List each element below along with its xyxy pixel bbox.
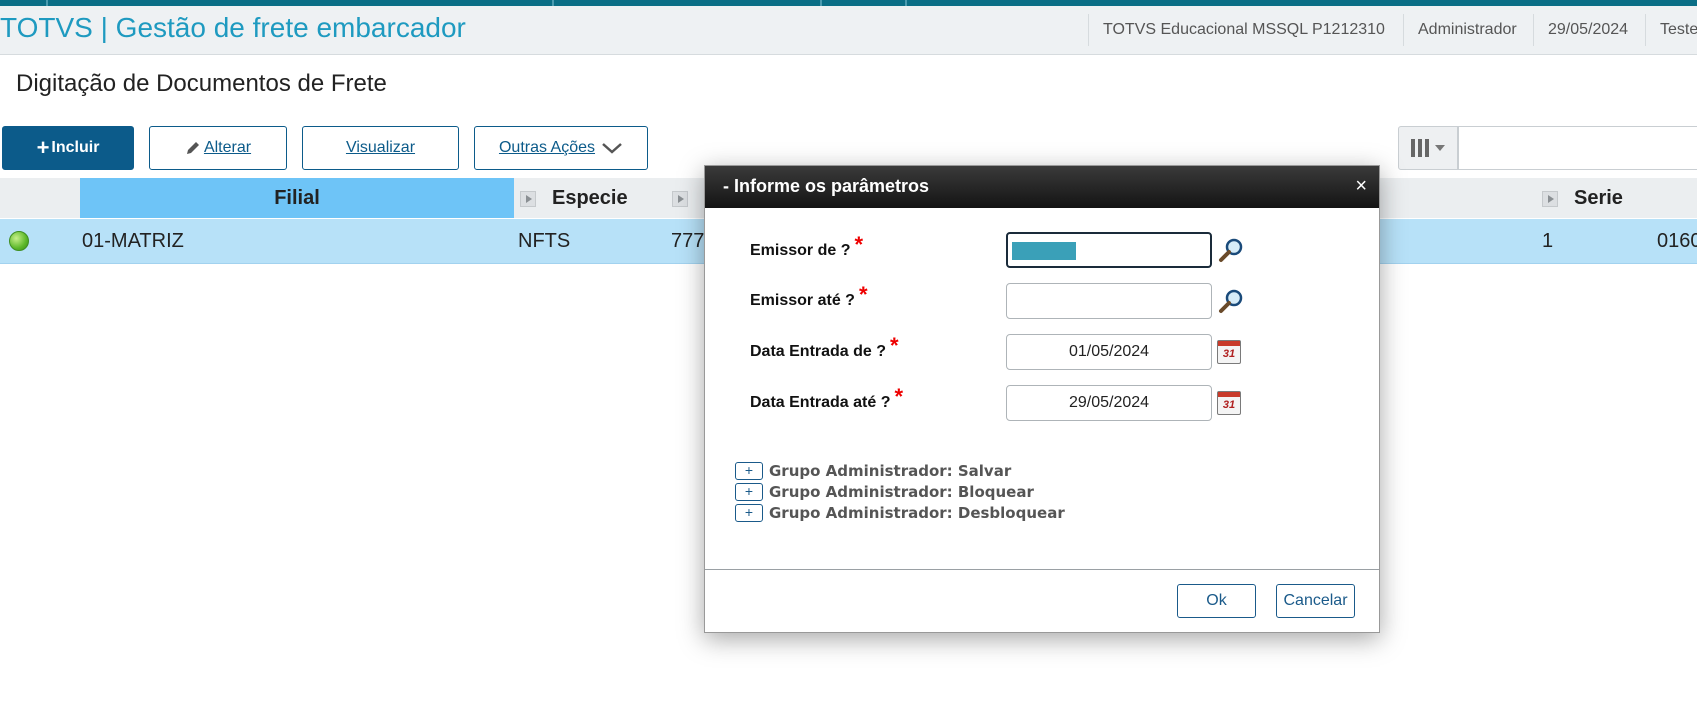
columns-selector[interactable] [1398, 126, 1458, 170]
alterar-label: Alterar [203, 139, 252, 156]
dialog-header: - Informe os parâmetros × [705, 166, 1379, 208]
columns-icon [1411, 139, 1429, 157]
incluir-button[interactable]: + Incluir [2, 126, 134, 170]
sort-icon [672, 190, 688, 207]
group-bloquear-label: Grupo Administrador: Bloquear [769, 483, 1034, 501]
ok-button[interactable]: Ok [1177, 584, 1256, 618]
header-filial[interactable]: Filial [80, 178, 514, 218]
close-icon[interactable]: × [1355, 176, 1367, 196]
header-numero[interactable] [672, 178, 702, 218]
group-salvar-label: Grupo Administrador: Salvar [769, 462, 1012, 480]
grid-search-input[interactable] [1458, 126, 1697, 170]
data-entrada-ate-label: Data Entrada até ? * [750, 384, 904, 411]
data-entrada-de-label: Data Entrada de ? * [750, 333, 899, 360]
app-header: TOTVS | Gestão de frete embarcador TOTVS… [0, 6, 1697, 55]
pencil-icon [186, 142, 199, 154]
expand-button[interactable]: + [735, 483, 763, 501]
magnifier-icon[interactable] [1217, 236, 1245, 264]
calendar-icon[interactable]: 31 [1217, 391, 1241, 415]
outras-acoes-label: Outras Ações [498, 139, 596, 156]
required-mark: * [894, 384, 904, 409]
dialog-title: - Informe os parâmetros [723, 176, 930, 196]
cell-filial: 01-MATRIZ [82, 230, 184, 252]
header-serie-label: Serie [1574, 187, 1623, 209]
user-label[interactable]: Administrador [1403, 14, 1531, 46]
cell-serie: 1 [1542, 230, 1554, 252]
group-salvar[interactable]: + Grupo Administrador: Salvar [735, 462, 1011, 480]
date-label: 29/05/2024 [1533, 14, 1642, 46]
emissor-de-input[interactable] [1006, 232, 1212, 268]
sort-icon [520, 190, 536, 207]
expand-button[interactable]: + [735, 504, 763, 522]
required-mark: * [890, 333, 899, 358]
cancel-button[interactable]: Cancelar [1276, 584, 1355, 618]
sort-icon [1542, 190, 1558, 207]
selected-text-highlight [1012, 241, 1076, 260]
incluir-label: Incluir [51, 139, 100, 156]
green-status-icon [9, 231, 29, 251]
expand-button[interactable]: + [735, 462, 763, 480]
chevron-down-icon [602, 143, 622, 154]
cell-extra: 0160 [1657, 230, 1697, 252]
parameters-dialog: - Informe os parâmetros × Emissor de ? * … [704, 165, 1380, 633]
environment-label: TOTVS Educacional MSSQL P1212310 [1088, 14, 1399, 46]
emissor-ate-label: Emissor até ? * [750, 282, 868, 309]
caret-down-icon [1435, 145, 1445, 151]
data-entrada-ate-input[interactable]: 29/05/2024 [1006, 385, 1212, 421]
visualizar-label: Visualizar [345, 139, 416, 156]
group-desbloquear-label: Grupo Administrador: Desbloquear [769, 504, 1065, 522]
cell-numero: 777 [671, 230, 705, 252]
header-especie[interactable]: Especie [520, 178, 660, 218]
dialog-footer-divider [705, 569, 1379, 570]
required-mark: * [854, 232, 864, 257]
cell-especie: NFTS [518, 230, 571, 252]
required-mark: * [858, 282, 868, 307]
plus-icon: + [36, 135, 50, 160]
app-title: TOTVS | Gestão de frete embarcador [0, 12, 466, 43]
group-desbloquear[interactable]: + Grupo Administrador: Desbloquear [735, 504, 1065, 522]
extra-label: Teste [1645, 14, 1697, 46]
emissor-ate-input[interactable] [1006, 283, 1212, 319]
calendar-icon[interactable]: 31 [1217, 340, 1241, 364]
alterar-button[interactable]: Alterar [149, 126, 287, 170]
visualizar-button[interactable]: Visualizar [302, 126, 459, 170]
header-serie[interactable]: Serie [1542, 178, 1692, 218]
page-title: Digitação de Documentos de Frete [16, 70, 387, 97]
header-especie-label: Especie [552, 187, 628, 209]
outras-acoes-button[interactable]: Outras Ações [474, 126, 648, 170]
group-bloquear[interactable]: + Grupo Administrador: Bloquear [735, 483, 1034, 501]
emissor-de-label: Emissor de ? * [750, 232, 864, 259]
magnifier-icon[interactable] [1217, 287, 1245, 315]
data-entrada-de-input[interactable]: 01/05/2024 [1006, 334, 1212, 370]
